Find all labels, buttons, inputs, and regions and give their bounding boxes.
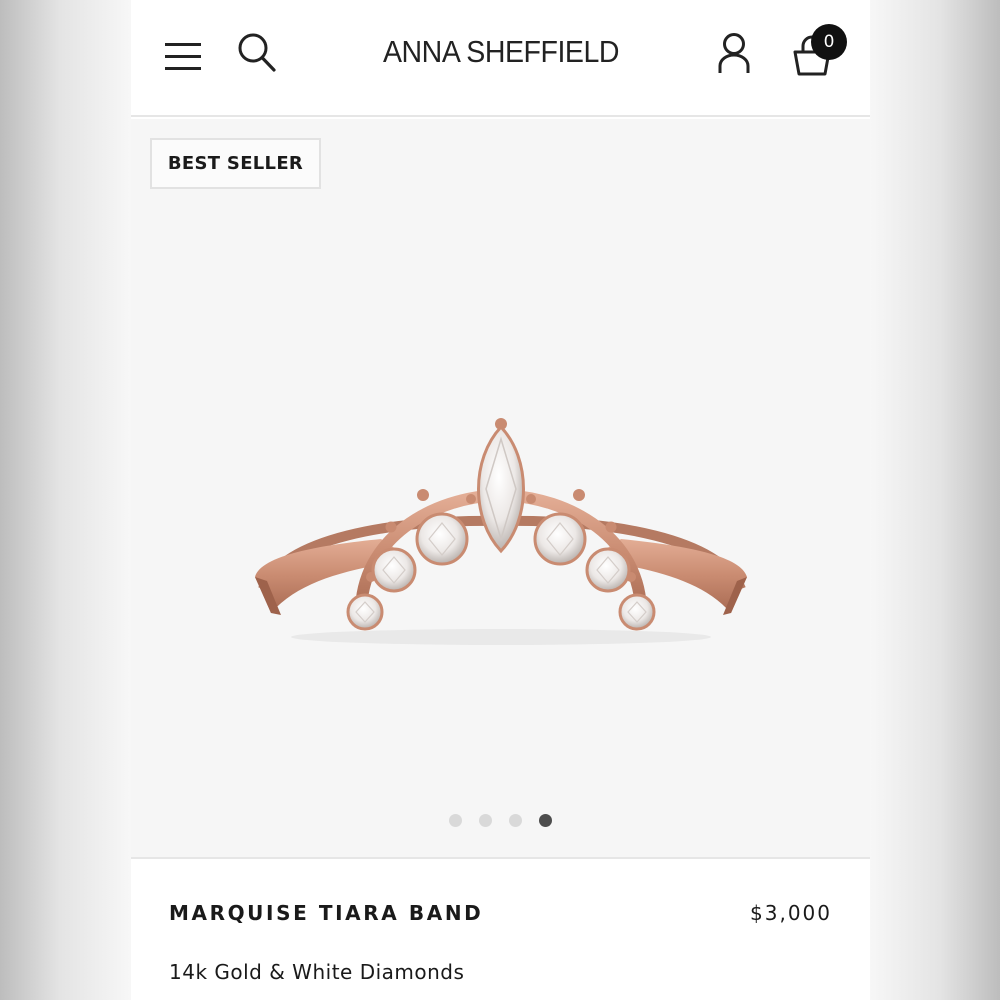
search-icon (238, 33, 276, 72)
carousel-dot-1[interactable] (449, 814, 462, 827)
product-image-gallery[interactable]: BEST SELLER (131, 119, 870, 857)
product-material: 14k Gold & White Diamonds (169, 960, 465, 984)
best-seller-badge: BEST SELLER (150, 138, 321, 189)
brand-logo[interactable]: ANNA SHEFFIELD (317, 34, 685, 70)
hamburger-menu-icon (165, 43, 201, 70)
user-icon (718, 33, 750, 73)
product-price: $3,000 (750, 901, 832, 925)
search-button[interactable] (237, 30, 277, 76)
cart-count-badge: 0 (811, 24, 847, 60)
carousel-pagination (131, 814, 870, 828)
product-title: MARQUISE TIARA BAND (169, 901, 484, 925)
site-header: ANNA SHEFFIELD 0 (131, 0, 870, 117)
product-info: MARQUISE TIARA BAND $3,000 14k Gold & Wh… (131, 857, 870, 1000)
carousel-dot-4-active[interactable] (539, 814, 552, 827)
carousel-dot-3[interactable] (509, 814, 522, 827)
menu-button[interactable] (161, 36, 205, 76)
cart-button[interactable]: 0 (789, 24, 849, 78)
carousel-dot-2[interactable] (479, 814, 492, 827)
product-image (255, 418, 747, 645)
account-button[interactable] (713, 30, 755, 76)
product-page: ANNA SHEFFIELD 0 BEST SELLER MARQUISE TI… (131, 0, 870, 1000)
